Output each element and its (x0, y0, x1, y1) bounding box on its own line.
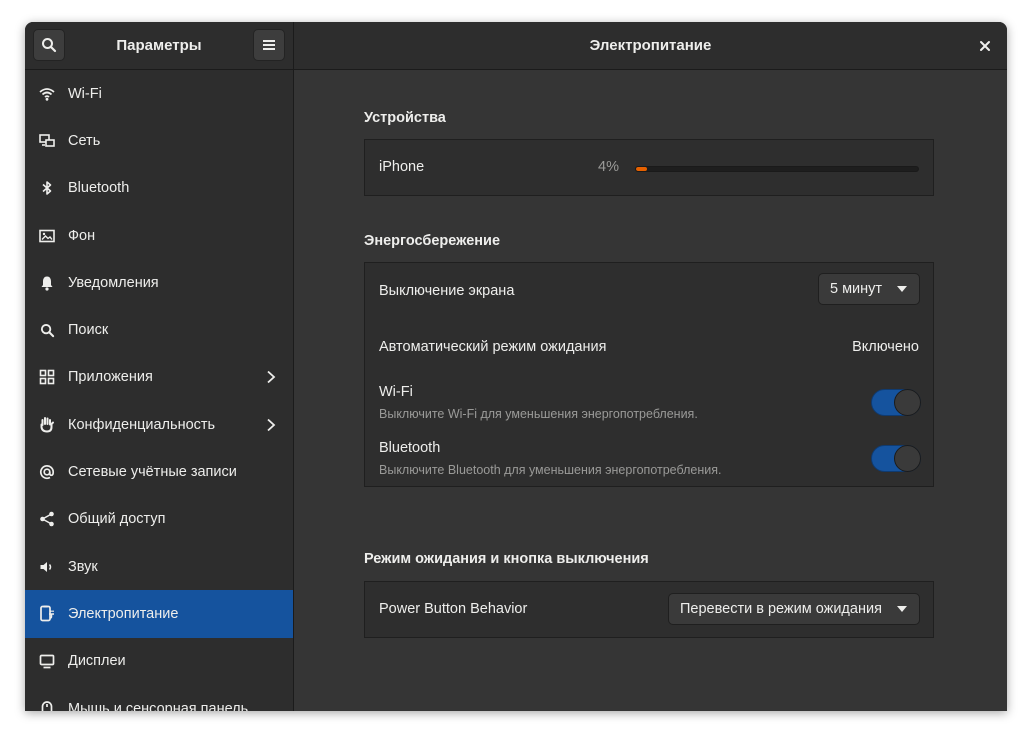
background-icon (38, 227, 56, 245)
bluetooth-icon (38, 179, 56, 197)
battery-percentage: 4% (598, 159, 619, 175)
sidebar-item-sound[interactable]: Звук (25, 543, 293, 590)
wifi-power-description: Выключите Wi-Fi для уменьшения энергопот… (379, 407, 698, 421)
auto-suspend-value[interactable]: Включено (852, 339, 919, 355)
suspend-section-title: Режим ожидания и кнопка выключения (364, 551, 649, 567)
switch-knob (894, 389, 921, 416)
suspend-list: Power Button Behavior Перевести в режим … (364, 581, 934, 638)
sidebar-item-label: Уведомления (68, 274, 159, 291)
auto-suspend-label[interactable]: Автоматический режим ожидания (379, 339, 606, 355)
sidebar-item-label: Дисплеи (68, 653, 126, 670)
search-button[interactable] (33, 29, 65, 61)
sidebar-item-search[interactable]: Поиск (25, 306, 293, 353)
sidebar-item-apps[interactable]: Приложения (25, 354, 293, 401)
power-saving-section-title: Энергосбережение (364, 233, 501, 249)
bluetooth-power-description: Выключите Bluetooth для уменьшения энерг… (379, 463, 722, 477)
sidebar: Wi-Fi Сеть Bluetooth Фон Уведомления Пои… (25, 70, 294, 711)
dropdown-arrow-icon (897, 286, 907, 292)
close-button[interactable] (973, 34, 997, 58)
sidebar-item-label: Электропитание (68, 605, 179, 622)
display-icon (38, 652, 56, 670)
app-title: Параметры (116, 37, 202, 54)
sidebar-item-bluetooth[interactable]: Bluetooth (25, 165, 293, 212)
chevron-right-icon (267, 371, 276, 384)
sidebar-item-label: Звук (68, 558, 98, 575)
sidebar-item-network[interactable]: Сеть (25, 117, 293, 164)
menu-button[interactable] (253, 29, 285, 61)
switch-knob (894, 445, 921, 472)
battery-level-fill (636, 167, 648, 171)
sidebar-item-power[interactable]: Электропитание (25, 590, 293, 638)
speaker-icon (38, 558, 56, 576)
sidebar-item-label: Поиск (68, 322, 109, 339)
sidebar-item-label: Мышь и сенсорная панель (68, 700, 249, 712)
bluetooth-power-label: Bluetooth (379, 440, 441, 456)
sidebar-item-label: Сеть (68, 132, 101, 149)
sidebar-header: Параметры (25, 22, 294, 69)
power-button-value: Перевести в режим ожидания (680, 601, 882, 617)
sidebar-item-privacy[interactable]: Конфиденциальность (25, 401, 293, 448)
bluetooth-power-switch[interactable] (871, 445, 921, 472)
power-button-dropdown[interactable]: Перевести в режим ожидания (668, 593, 920, 625)
mouse-icon (38, 700, 56, 711)
wifi-icon (38, 85, 56, 103)
power-saving-list: Выключение экрана 5 минут Автоматический… (364, 262, 934, 487)
settings-window: Параметры Электропитание Wi-Fi Сеть Blue… (25, 22, 1007, 711)
main-content: Устройства iPhone 4% Энергосбережение Вы… (294, 70, 1007, 711)
page-title: Электропитание (589, 37, 712, 54)
power-icon (38, 605, 56, 623)
sidebar-item-sharing[interactable]: Общий доступ (25, 496, 293, 543)
sidebar-item-label: Фон (68, 227, 96, 244)
sidebar-item-label: Wi-Fi (68, 85, 102, 102)
sidebar-item-displays[interactable]: Дисплеи (25, 638, 293, 685)
wifi-power-switch[interactable] (871, 389, 921, 416)
search-icon (38, 321, 56, 339)
wifi-power-label: Wi-Fi (379, 384, 413, 400)
bell-icon (38, 274, 56, 292)
apps-grid-icon (38, 368, 56, 386)
devices-section-title: Устройства (364, 110, 446, 126)
sidebar-item-mouse[interactable]: Мышь и сенсорная панель (25, 685, 293, 711)
search-icon (42, 38, 57, 53)
sidebar-item-label: Общий доступ (68, 511, 166, 528)
dropdown-arrow-icon (897, 606, 907, 612)
screen-off-value: 5 минут (830, 281, 883, 297)
sidebar-item-background[interactable]: Фон (25, 212, 293, 259)
at-icon (38, 463, 56, 481)
device-name: iPhone (379, 159, 425, 175)
battery-level-bar (635, 166, 919, 172)
screen-off-dropdown[interactable]: 5 минут (818, 273, 920, 305)
header-bar: Параметры Электропитание (25, 22, 1007, 70)
network-icon (38, 132, 56, 150)
sidebar-item-wifi[interactable]: Wi-Fi (25, 70, 293, 117)
sidebar-item-label: Сетевые учётные записи (68, 464, 237, 481)
sidebar-item-label: Конфиденциальность (68, 416, 216, 433)
sidebar-item-notifications[interactable]: Уведомления (25, 259, 293, 306)
power-button-label: Power Button Behavior (379, 601, 528, 617)
sidebar-item-online-accounts[interactable]: Сетевые учётные записи (25, 448, 293, 495)
devices-list: iPhone 4% (364, 139, 934, 196)
screen-off-label: Выключение экрана (379, 283, 515, 299)
chevron-right-icon (267, 418, 276, 431)
sidebar-item-label: Bluetooth (68, 180, 130, 197)
close-icon (980, 41, 990, 51)
hand-icon (38, 416, 56, 434)
sidebar-item-label: Приложения (68, 369, 153, 386)
hamburger-menu-icon (263, 40, 275, 50)
share-icon (38, 510, 56, 528)
